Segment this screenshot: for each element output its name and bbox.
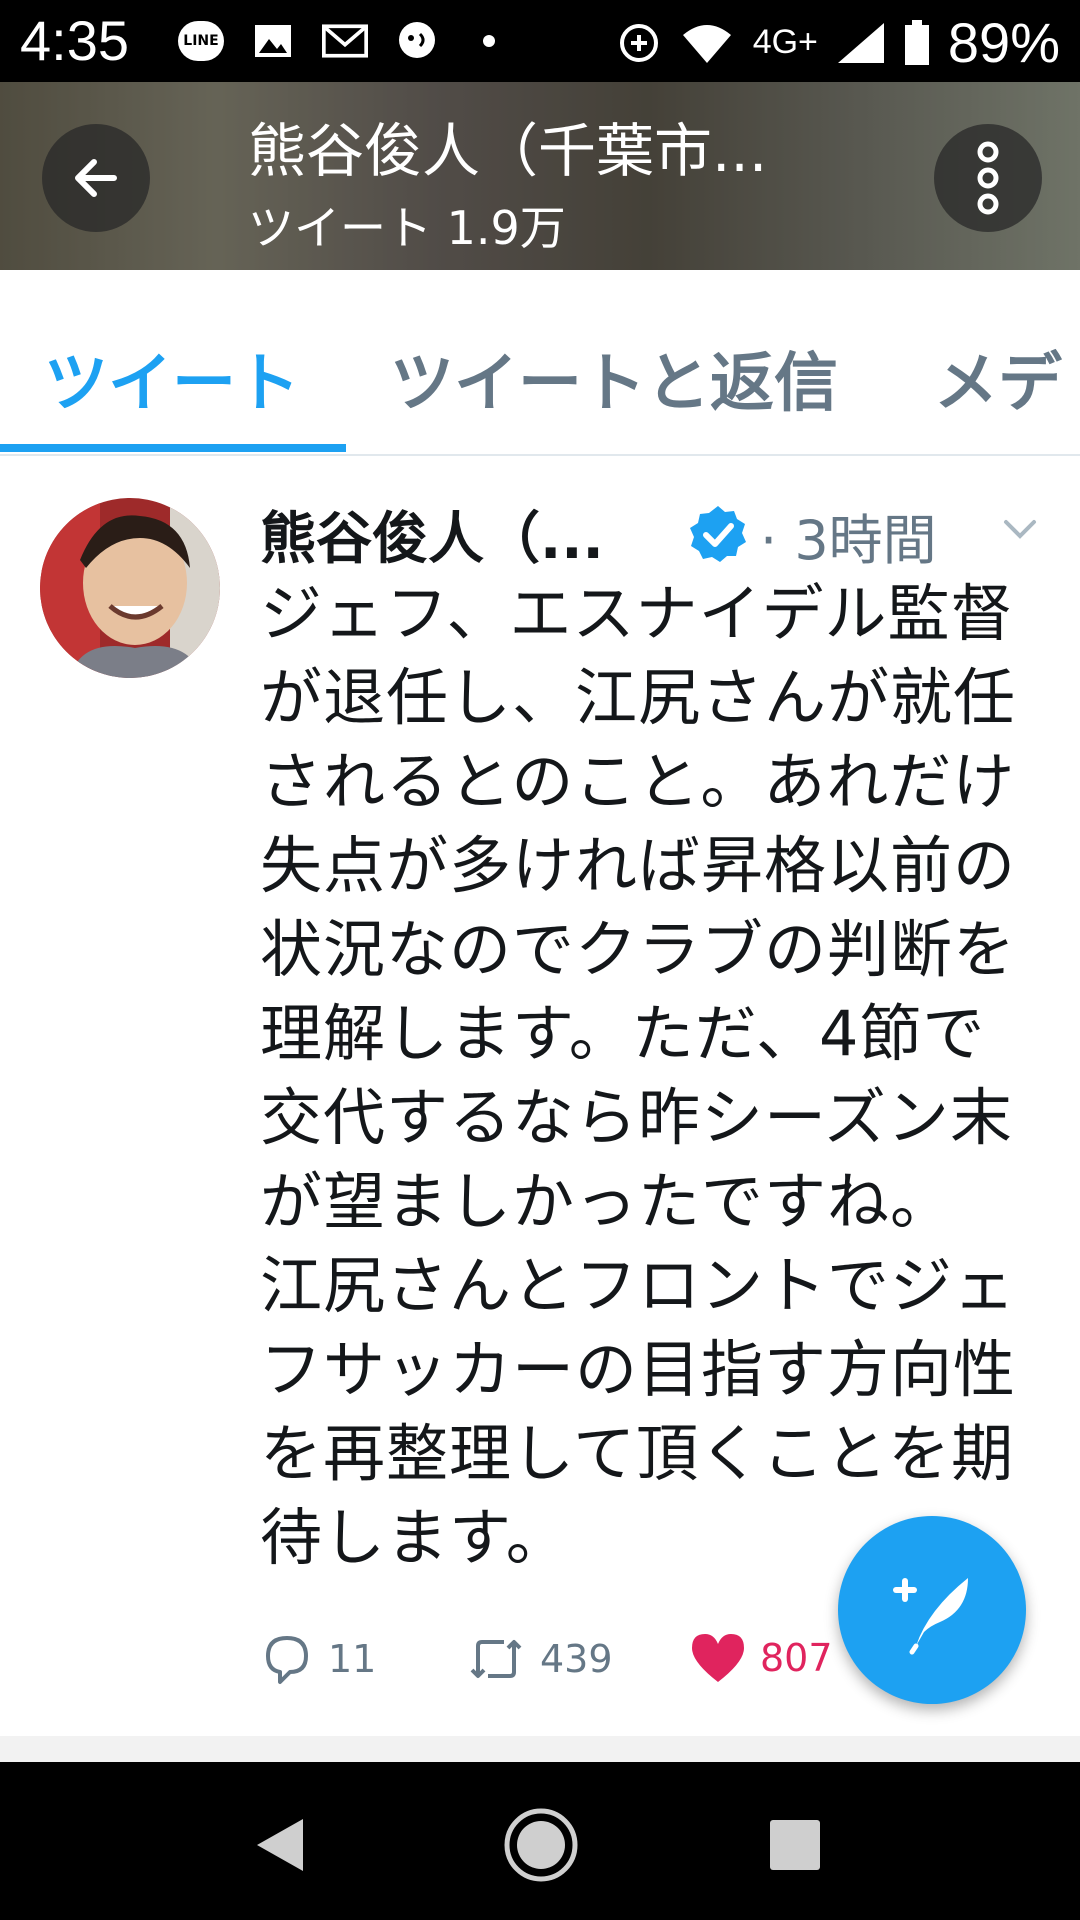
line-icon: LINE [178, 18, 224, 64]
image-icon [250, 18, 296, 64]
system-nav-bar [0, 1762, 1080, 1920]
signal-icon [837, 22, 884, 63]
back-button[interactable] [42, 124, 150, 232]
battery-icon [904, 19, 929, 65]
more-options-button[interactable] [934, 124, 1042, 232]
battery-percent: 89% [947, 11, 1060, 74]
arrow-left-icon [75, 159, 117, 197]
reply-button[interactable]: 11 [260, 1632, 376, 1686]
verified-badge-icon [690, 506, 746, 562]
reply-icon [266, 1636, 308, 1684]
retweet-button[interactable]: 439 [466, 1632, 613, 1686]
tab-indicator [0, 444, 346, 452]
feed-divider [0, 1736, 1080, 1762]
like-button[interactable]: 807 [690, 1632, 833, 1684]
avatar[interactable] [40, 498, 220, 678]
data-saver-icon [619, 23, 658, 62]
triangle-back-icon [257, 1819, 303, 1871]
dot-icon [466, 18, 512, 64]
nav-recents-button[interactable] [750, 1800, 840, 1890]
status-time: 4:35 [20, 9, 129, 72]
message-icon [394, 18, 440, 64]
tweet-author-name[interactable]: 熊谷俊人（... [260, 494, 604, 575]
wifi-icon [682, 24, 731, 63]
nav-home-button[interactable] [496, 1800, 586, 1890]
tweet-timestamp: · 3時間 [760, 509, 937, 572]
reply-count: 11 [328, 1637, 377, 1681]
profile-header: 熊谷俊人（千葉市... ツイート 1.9万 [0, 82, 1080, 270]
notification-icons: LINE [178, 18, 512, 64]
network-type: 4G+ [752, 23, 818, 61]
gmail-icon [322, 18, 368, 64]
status-bar: 4:35 LINE 4G+ 89% [0, 0, 1080, 82]
square-recents-icon [770, 1820, 820, 1870]
profile-tabs: ツイート ツイートと返信 メデ [0, 270, 1080, 456]
retweet-icon [470, 1640, 522, 1678]
tab-media[interactable]: メデ [934, 332, 1062, 424]
tab-tweets[interactable]: ツイート [44, 332, 300, 424]
like-count: 807 [760, 1636, 833, 1680]
nav-back-button[interactable] [236, 1800, 326, 1890]
circle-home-icon [504, 1808, 578, 1882]
line-badge: LINE [178, 21, 224, 61]
tab-tweets-and-replies[interactable]: ツイートと返信 [390, 332, 838, 424]
tweet-count: ツイート 1.9万 [248, 201, 566, 255]
system-icons: 4G+ 89% [617, 10, 1060, 75]
tweet-actions: 11 439 807 [260, 1632, 860, 1702]
chevron-down-icon[interactable] [1000, 508, 1040, 548]
profile-name: 熊谷俊人（千葉市... [248, 117, 768, 185]
retweet-count: 439 [540, 1637, 613, 1681]
heart-icon [692, 1634, 744, 1682]
more-vertical-icon [977, 141, 999, 215]
tweet-text: ジェフ、エスナイデル監督 が退任し、江尻さんが就任 されるとのこと。あれだけ 失… [260, 577, 1017, 1574]
compose-quill-icon [893, 1578, 968, 1655]
compose-tweet-button[interactable] [838, 1516, 1026, 1704]
